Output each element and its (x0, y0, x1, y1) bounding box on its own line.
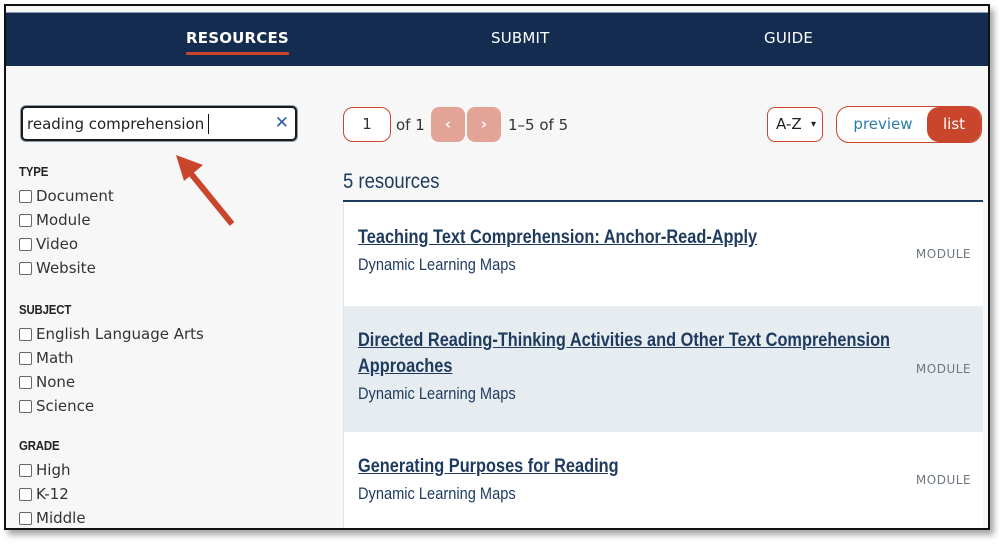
facet-subject: SUBJECT English Language Arts Math None … (19, 302, 204, 418)
facet-option-label: Document (36, 187, 114, 205)
list-view-button[interactable]: list (927, 107, 981, 142)
facet-option-label: Science (36, 397, 95, 415)
checkbox[interactable] (19, 237, 32, 251)
facet-option-k12[interactable]: K-12 (19, 482, 86, 506)
result-type-badge: MODULE (915, 473, 971, 487)
checkbox[interactable] (19, 463, 32, 477)
result-title-link[interactable]: Directed Reading-Thinking Activities and… (358, 328, 977, 380)
result-item: Generating Purposes for Reading Dynamic … (343, 432, 983, 528)
result-source: Dynamic Learning Maps (358, 255, 516, 274)
result-title-link[interactable]: Teaching Text Comprehension: Anchor-Read… (358, 225, 891, 251)
close-icon[interactable]: ✕ (275, 113, 289, 133)
checkbox[interactable] (19, 375, 32, 389)
page-total-label: of 1 (396, 116, 425, 134)
result-source: Dynamic Learning Maps (358, 484, 516, 503)
facet-option-none[interactable]: None (19, 370, 204, 394)
nav-resources[interactable]: RESOURCES (186, 29, 289, 55)
sort-selected-value: A-Z (776, 115, 802, 133)
facet-title: TYPE (19, 164, 49, 179)
facet-title: GRADE (19, 438, 60, 453)
facet-option-label: Video (36, 235, 79, 253)
nav-submit[interactable]: SUBMIT (491, 29, 550, 47)
result-type-badge: MODULE (915, 362, 971, 376)
search-box: ✕ (21, 106, 297, 141)
facet-option-high[interactable]: High (19, 458, 86, 482)
facet-option-document[interactable]: Document (19, 184, 114, 208)
chevron-left-icon: ‹ (444, 115, 452, 133)
facet-type: TYPE Document Module Video Website (19, 164, 114, 280)
checkbox[interactable] (19, 351, 32, 365)
result-range-label: 1–5 of 5 (508, 116, 569, 134)
checkbox[interactable] (19, 213, 32, 227)
result-source: Dynamic Learning Maps (358, 384, 516, 403)
facet-option-video[interactable]: Video (19, 232, 114, 256)
checkbox[interactable] (19, 511, 32, 525)
facet-grade: GRADE High K-12 Middle (19, 438, 86, 528)
view-toggle: preview list (836, 106, 982, 143)
result-title-link[interactable]: Generating Purposes for Reading (358, 454, 891, 480)
chevron-right-icon: › (480, 115, 488, 133)
facet-option-label: Middle (36, 509, 86, 527)
chevron-down-icon: ▾ (810, 119, 816, 130)
results-count: 5 resources (343, 170, 440, 193)
facet-option-label: Math (36, 349, 74, 367)
next-page-button[interactable]: › (467, 107, 501, 142)
checkbox[interactable] (19, 327, 32, 341)
checkbox[interactable] (19, 487, 32, 501)
facet-option-label: Website (36, 259, 96, 277)
result-list: Teaching Text Comprehension: Anchor-Read… (343, 202, 983, 528)
text-caret (208, 114, 209, 134)
previous-page-button[interactable]: ‹ (431, 107, 465, 142)
facet-title: SUBJECT (19, 302, 72, 317)
result-item: Teaching Text Comprehension: Anchor-Read… (343, 202, 983, 306)
preview-view-button[interactable]: preview (837, 107, 929, 142)
checkbox[interactable] (19, 189, 32, 203)
facet-option-label: Module (36, 211, 91, 229)
sort-select[interactable]: A-Z ▾ (767, 107, 823, 142)
result-item: Directed Reading-Thinking Activities and… (343, 306, 983, 432)
facet-option-middle[interactable]: Middle (19, 506, 86, 528)
facet-option-label: English Language Arts (36, 325, 204, 343)
annotation-arrow-icon (176, 155, 235, 226)
checkbox[interactable] (19, 399, 32, 413)
facet-option-label: K-12 (36, 485, 69, 503)
checkbox[interactable] (19, 261, 32, 275)
result-type-badge: MODULE (915, 247, 971, 261)
top-navigation: RESOURCES SUBMIT GUIDE (6, 12, 988, 66)
facet-option-ela[interactable]: English Language Arts (19, 322, 204, 346)
facet-option-module[interactable]: Module (19, 208, 114, 232)
facet-option-label: High (36, 461, 71, 479)
facet-option-science[interactable]: Science (19, 394, 204, 418)
facet-option-website[interactable]: Website (19, 256, 114, 280)
search-input[interactable] (27, 114, 267, 134)
facet-option-math[interactable]: Math (19, 346, 204, 370)
facet-option-label: None (36, 373, 76, 391)
nav-guide[interactable]: GUIDE (764, 29, 813, 47)
page-number-input[interactable]: 1 (343, 107, 391, 142)
browser-viewport: RESOURCES SUBMIT GUIDE ✕ TYPE Document M… (4, 4, 990, 530)
